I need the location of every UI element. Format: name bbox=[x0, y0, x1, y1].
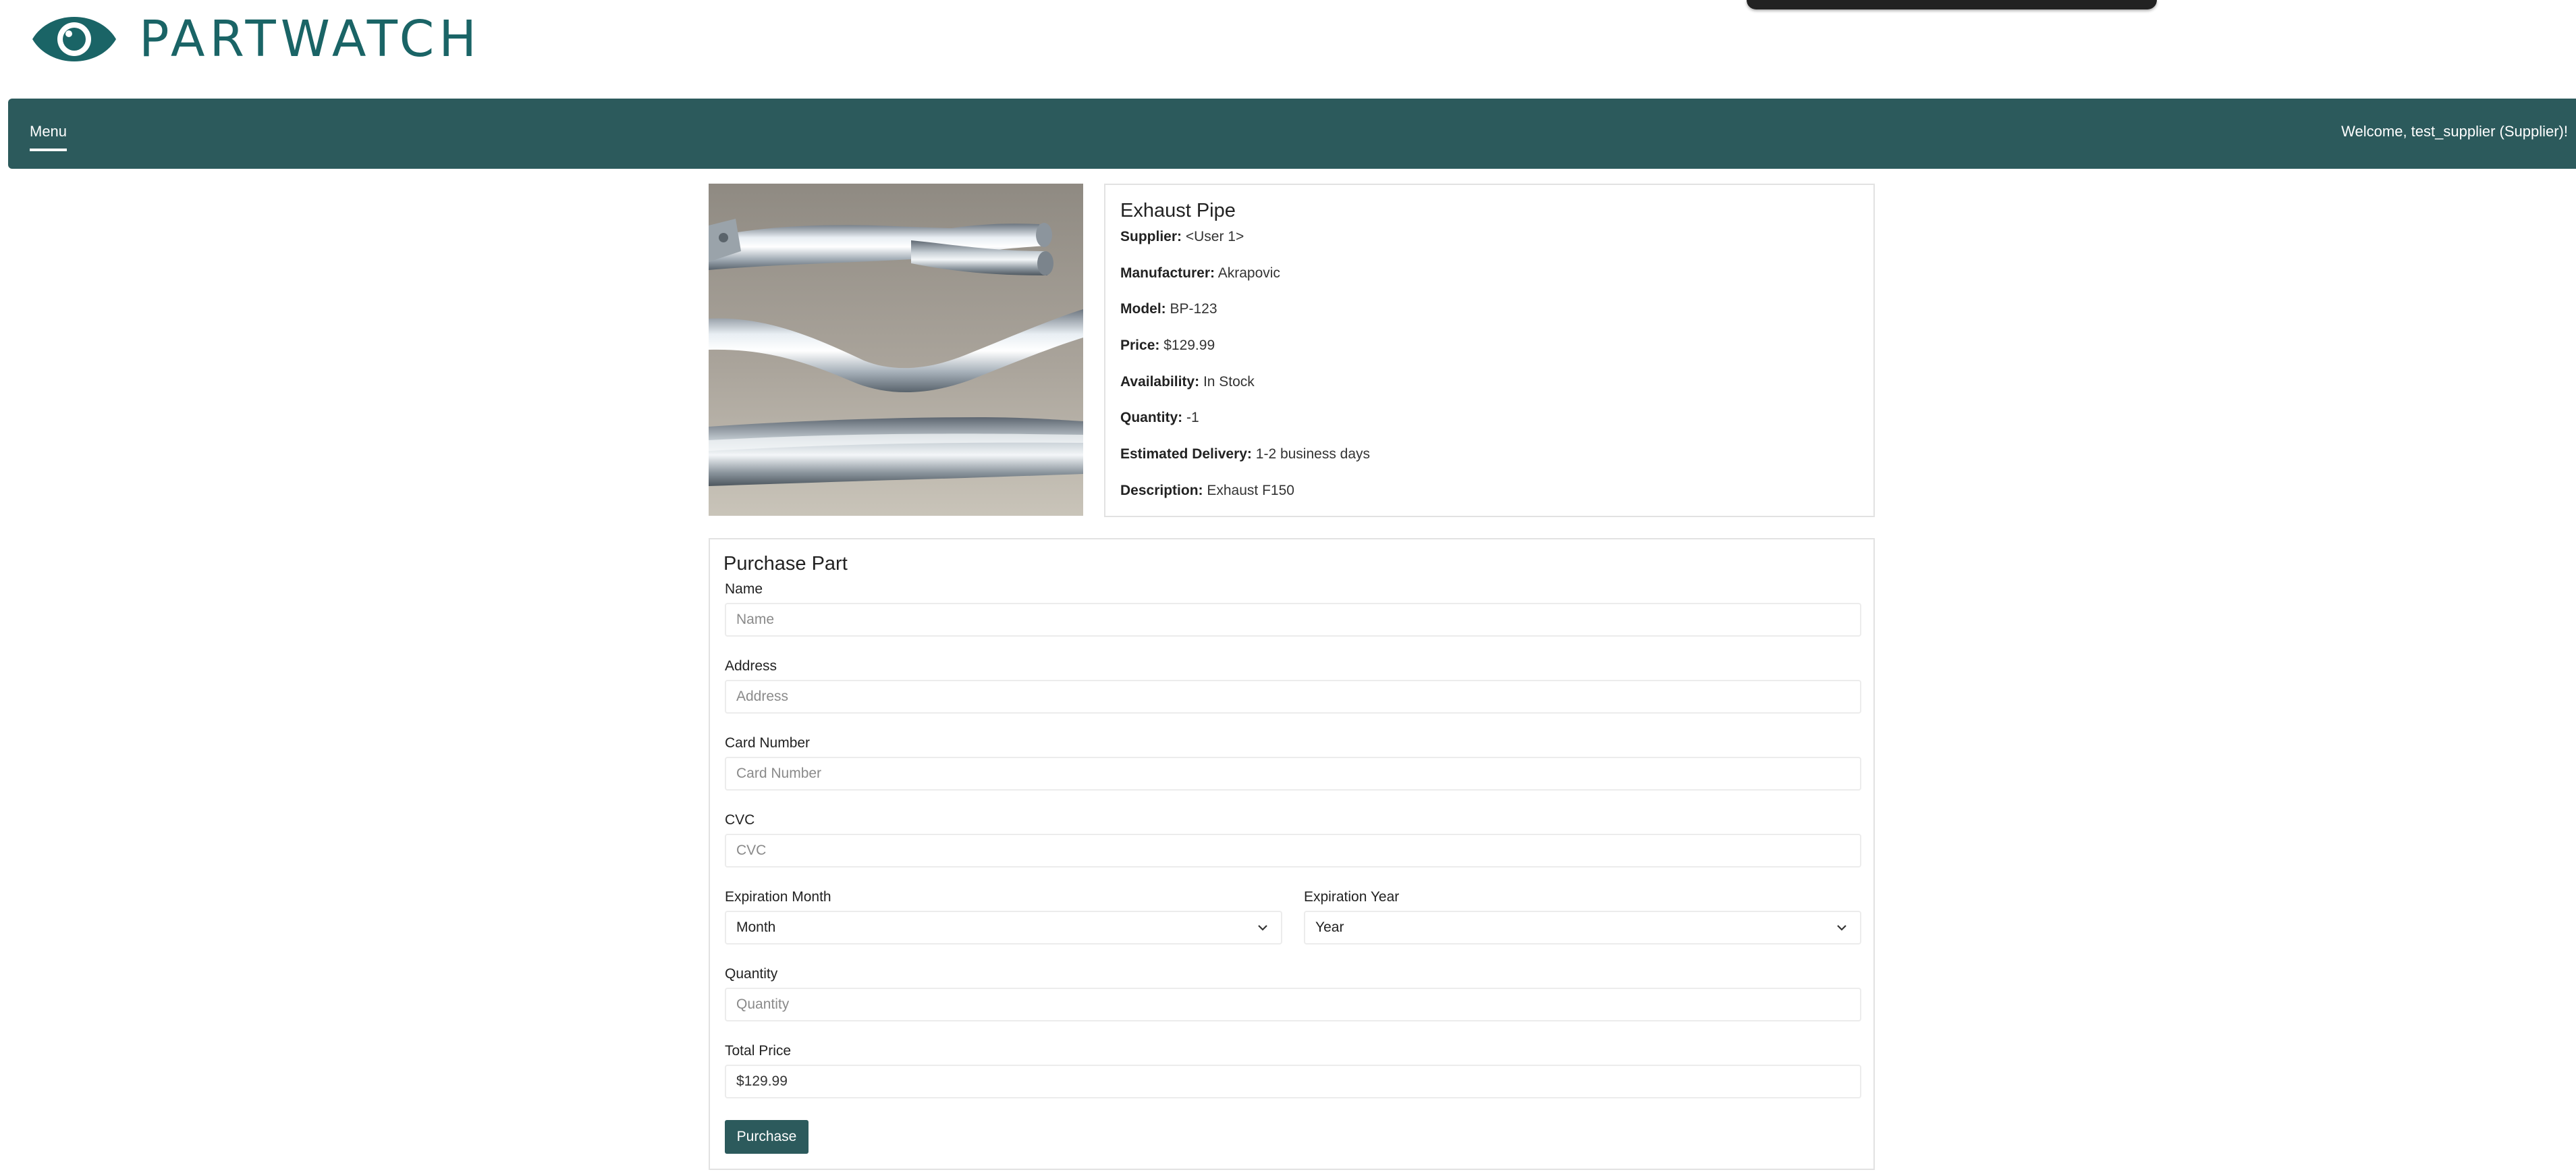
detail-value: BP-123 bbox=[1170, 301, 1217, 317]
total-price-group: Total Price bbox=[725, 1043, 1861, 1098]
detail-label: Price: bbox=[1120, 338, 1160, 354]
detail-label: Model: bbox=[1120, 301, 1166, 317]
chevron-down-icon bbox=[1837, 925, 1846, 931]
detail-description: Description: Exhaust F150 bbox=[1120, 483, 1859, 519]
quantity-input[interactable] bbox=[725, 988, 1861, 1021]
detail-availability: Availability: In Stock bbox=[1120, 374, 1859, 410]
exp-month-select[interactable]: Month bbox=[725, 911, 1282, 944]
detail-value: <User 1> bbox=[1185, 229, 1244, 244]
detail-value: $129.99 bbox=[1163, 338, 1215, 354]
detail-quantity: Quantity: -1 bbox=[1120, 410, 1859, 446]
menu-button[interactable]: Menu bbox=[30, 123, 67, 151]
detail-value: Akrapovic bbox=[1217, 265, 1280, 281]
address-label: Address bbox=[725, 658, 777, 674]
product-image bbox=[709, 184, 1083, 516]
exhaust-pipe-photo bbox=[709, 184, 1083, 516]
total-price-label: Total Price bbox=[725, 1043, 792, 1059]
purchase-button[interactable]: Purchase bbox=[725, 1120, 809, 1154]
detail-label: Availability: bbox=[1120, 373, 1200, 390]
card-number-label: Card Number bbox=[725, 735, 811, 751]
browser-overlay-bar bbox=[1747, 0, 2157, 9]
exp-month-group: Expiration Month Month bbox=[725, 889, 1282, 944]
exp-month-label: Expiration Month bbox=[725, 889, 831, 905]
exp-month-value: Month bbox=[736, 920, 776, 935]
exp-year-value: Year bbox=[1315, 920, 1344, 935]
detail-label: Description: bbox=[1120, 482, 1203, 498]
exp-year-group: Expiration Year Year bbox=[1304, 889, 1861, 944]
brand-logo[interactable]: PARTWATCH bbox=[30, 14, 481, 65]
address-input[interactable] bbox=[725, 680, 1861, 714]
cvc-field-group: CVC bbox=[725, 812, 1861, 868]
card-field-group: Card Number bbox=[725, 735, 1861, 791]
detail-price: Price: $129.99 bbox=[1120, 338, 1859, 374]
detail-supplier: Supplier: <User 1> bbox=[1120, 229, 1859, 265]
address-field-group: Address bbox=[725, 658, 1861, 714]
purchase-form: Purchase Part Name Address Card Number C… bbox=[709, 538, 1875, 1170]
detail-label: Supplier: bbox=[1120, 229, 1182, 244]
cvc-input[interactable] bbox=[725, 834, 1861, 868]
purchase-title: Purchase Part bbox=[723, 553, 848, 575]
total-price-input[interactable] bbox=[725, 1065, 1861, 1098]
detail-value: Exhaust F150 bbox=[1207, 482, 1294, 498]
detail-value: 1-2 business days bbox=[1255, 446, 1371, 462]
name-field-group: Name bbox=[725, 581, 1861, 637]
product-details-card: Exhaust Pipe Supplier: <User 1> Manufact… bbox=[1104, 184, 1875, 517]
detail-value: In Stock bbox=[1203, 373, 1255, 390]
detail-manufacturer: Manufacturer: Akrapovic bbox=[1120, 265, 1859, 302]
detail-model: Model: BP-123 bbox=[1120, 301, 1859, 338]
eye-icon bbox=[32, 17, 116, 61]
detail-label: Manufacturer: bbox=[1120, 265, 1215, 281]
card-number-input[interactable] bbox=[725, 757, 1861, 791]
quantity-field-group: Quantity bbox=[725, 966, 1861, 1021]
exp-year-select[interactable]: Year bbox=[1304, 911, 1861, 944]
brand-name: PARTWATCH bbox=[139, 10, 481, 68]
detail-value: -1 bbox=[1186, 410, 1199, 426]
detail-label: Estimated Delivery: bbox=[1120, 446, 1252, 462]
detail-delivery: Estimated Delivery: 1-2 business days bbox=[1120, 446, 1859, 483]
detail-label: Quantity: bbox=[1120, 410, 1183, 426]
chevron-down-icon bbox=[1258, 925, 1267, 931]
quantity-label: Quantity bbox=[725, 966, 778, 982]
name-input[interactable] bbox=[725, 603, 1861, 637]
name-label: Name bbox=[725, 581, 763, 597]
welcome-message: Welcome, test_supplier (Supplier)! bbox=[2341, 123, 2568, 140]
exp-year-label: Expiration Year bbox=[1304, 889, 1400, 905]
product-title: Exhaust Pipe bbox=[1120, 200, 1236, 221]
cvc-label: CVC bbox=[725, 812, 755, 828]
top-navbar: Menu Welcome, test_supplier (Supplier)! bbox=[8, 99, 2576, 169]
